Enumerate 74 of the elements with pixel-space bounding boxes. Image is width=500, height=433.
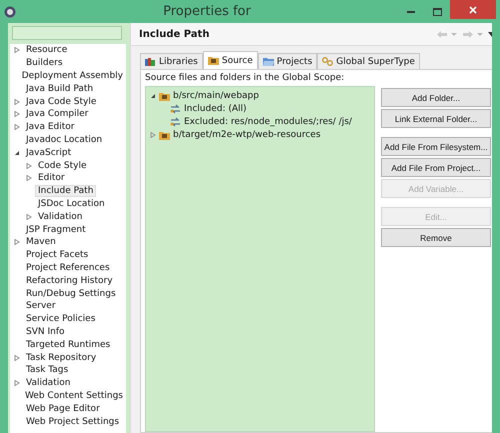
expand-arrow-icon[interactable]	[14, 239, 20, 246]
sidebar-item[interactable]: Include Path	[35, 185, 96, 198]
window-title: Properties for	[162, 4, 252, 19]
source-folder-icon	[159, 90, 170, 100]
sidebar-item[interactable]: Validation	[23, 377, 74, 390]
expand-arrow-icon[interactable]	[14, 47, 20, 54]
tree-item[interactable]: Included: (All)	[184, 104, 247, 114]
sidebar-item[interactable]: Resource	[23, 44, 70, 56]
tab[interactable]: Libraries	[140, 53, 203, 69]
folder-icon	[262, 57, 274, 66]
app-icon	[4, 6, 16, 18]
sidebar-item[interactable]: JavaScript	[23, 146, 74, 159]
action-button[interactable]: Add File From Project...	[381, 158, 491, 177]
expand-arrow-icon[interactable]	[14, 380, 20, 386]
action-button[interactable]: Remove	[381, 228, 491, 247]
sidebar-item[interactable]: JSP Fragment	[23, 224, 89, 236]
sidebar-item[interactable]: Code Style	[35, 160, 90, 172]
sidebar-item[interactable]: JSDoc Location	[35, 198, 108, 210]
expand-arrow-icon[interactable]	[26, 214, 32, 220]
sidebar-item[interactable]: Web Project Settings	[23, 416, 122, 428]
tab[interactable]: Global SuperType	[317, 53, 420, 69]
back-icon[interactable]	[436, 30, 458, 38]
sidebar-item[interactable]: SVN Info	[23, 326, 68, 338]
sidebar-item[interactable]: Deployment Assembly	[18, 70, 126, 82]
sidebar-item[interactable]: Java Compiler	[23, 108, 92, 120]
sidebar-item[interactable]: Server	[23, 300, 59, 312]
tree-item[interactable]: b/src/main/webapp	[173, 90, 259, 100]
links-icon	[322, 57, 334, 66]
books-icon	[145, 57, 156, 66]
action-button[interactable]: Link External Folder...	[381, 109, 491, 128]
sidebar-item[interactable]: Refactoring History	[23, 274, 116, 287]
filter-field[interactable]	[12, 26, 122, 40]
close-button[interactable]	[450, 0, 496, 19]
action-button[interactable]: Add Folder...	[381, 88, 491, 107]
sidebar-item[interactable]: Editor	[35, 172, 68, 184]
expand-arrow-icon[interactable]	[14, 354, 20, 361]
source-folder-icon	[159, 130, 170, 140]
sidebar-item[interactable]: Maven	[23, 236, 59, 248]
collapse-arrow-icon[interactable]	[150, 92, 156, 98]
close-icon	[469, 6, 477, 14]
minimize-icon	[407, 10, 415, 12]
tab[interactable]: Source	[202, 51, 258, 69]
sidebar-item[interactable]: Run/Debug Settings	[23, 288, 119, 300]
sidebar-item[interactable]: Validation	[35, 210, 86, 223]
sidebar-item[interactable]: Builders	[23, 57, 66, 70]
sidebar-item[interactable]: Web Page Editor	[23, 402, 103, 415]
expand-arrow-icon[interactable]	[14, 98, 20, 105]
sidebar-item[interactable]: Project References	[23, 262, 113, 274]
tree-item[interactable]: b/target/m2e-wtp/web-resources	[173, 130, 321, 140]
collapse-arrow-icon[interactable]	[14, 150, 20, 156]
sidebar-item[interactable]: Java Code Style	[23, 96, 100, 108]
page-title: Include Path	[139, 28, 210, 40]
expand-arrow-icon[interactable]	[150, 132, 156, 138]
sidebar-item[interactable]: Web Content Settings	[22, 390, 126, 402]
expand-arrow-icon[interactable]	[26, 162, 32, 169]
sidebar-item[interactable]: Java Build Path	[23, 82, 96, 95]
expand-arrow-icon[interactable]	[14, 124, 20, 130]
expand-arrow-icon[interactable]	[26, 175, 32, 182]
filter-icon	[170, 116, 181, 126]
maximize-icon	[432, 8, 442, 16]
sidebar-item[interactable]: Targeted Runtimes	[23, 338, 114, 351]
sidebar-item[interactable]: Project Facets	[23, 249, 92, 262]
caption-text: Source files and folders in the Global Scope:	[145, 73, 346, 83]
sidebar-item[interactable]: Javadoc Location	[23, 134, 106, 146]
tab[interactable]: Projects	[258, 53, 318, 69]
expand-arrow-icon[interactable]	[14, 111, 20, 118]
action-button[interactable]: Add File From Filesystem...	[381, 137, 491, 156]
source-folder-icon	[208, 56, 219, 65]
sidebar-item[interactable]: Service Policies	[23, 313, 98, 326]
sidebar-item[interactable]: Task Repository	[23, 352, 100, 364]
sidebar-item[interactable]: Task Tags	[23, 364, 72, 376]
filter-icon	[170, 104, 181, 114]
sidebar-item[interactable]: Java Editor	[23, 121, 78, 134]
tree-item[interactable]: Excluded: res/node_modules/;res/ /js/	[184, 116, 352, 126]
